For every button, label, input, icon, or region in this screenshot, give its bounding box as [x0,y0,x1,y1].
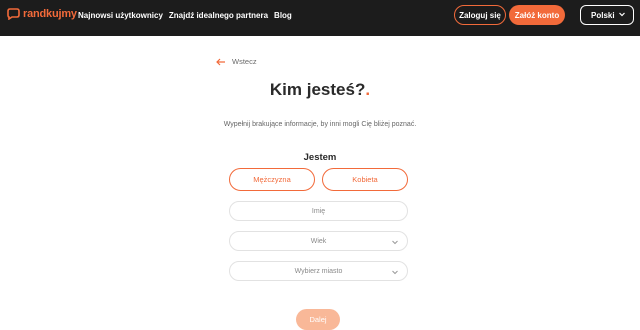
arrow-left-icon [216,58,225,65]
gender-male-button[interactable]: Mężczyzna [229,168,315,191]
back-label: Wstecz [232,57,257,66]
language-select[interactable]: Polski [580,5,634,25]
age-placeholder: Wiek [310,237,327,245]
next-button[interactable]: Dalej [296,309,340,330]
age-select[interactable]: Wiek [229,231,408,251]
main-nav: Najnowsi użytkownicy Znajdź idealnego pa… [78,11,292,20]
top-navigation-bar: randkujmy Najnowsi użytkownicy Znajdź id… [0,0,640,36]
logo-text: randkujmy [23,8,77,20]
login-button[interactable]: Zaloguj się [454,5,506,25]
page-title-text: Kim jesteś? [269,80,366,99]
city-select[interactable]: Wybierz miasto [229,261,408,281]
page-subtitle: Wypełnij brakujące informacje, by inni m… [223,121,417,128]
nav-latest-users[interactable]: Najnowsi użytkownicy [78,11,163,20]
gender-label: Jestem [303,152,337,163]
page-title: Kim jesteś?. [0,80,640,100]
chevron-down-icon [392,270,398,275]
city-placeholder: Wybierz miasto [294,267,343,275]
chevron-down-icon [619,12,625,17]
back-link[interactable]: Wstecz [216,57,257,66]
site-logo[interactable]: randkujmy [6,8,77,20]
register-button[interactable]: Załóż konto [509,5,565,25]
language-label: Polski [591,10,615,20]
title-accent-dot: . [365,80,371,99]
name-input[interactable]: Imię [229,201,408,221]
chevron-down-icon [392,240,398,245]
gender-female-button[interactable]: Kobieta [322,168,408,191]
name-placeholder: Imię [311,207,326,215]
logo-icon [7,8,20,20]
nav-find-partner[interactable]: Znajdź idealnego partnera [169,11,268,20]
nav-blog[interactable]: Blog [274,11,292,20]
